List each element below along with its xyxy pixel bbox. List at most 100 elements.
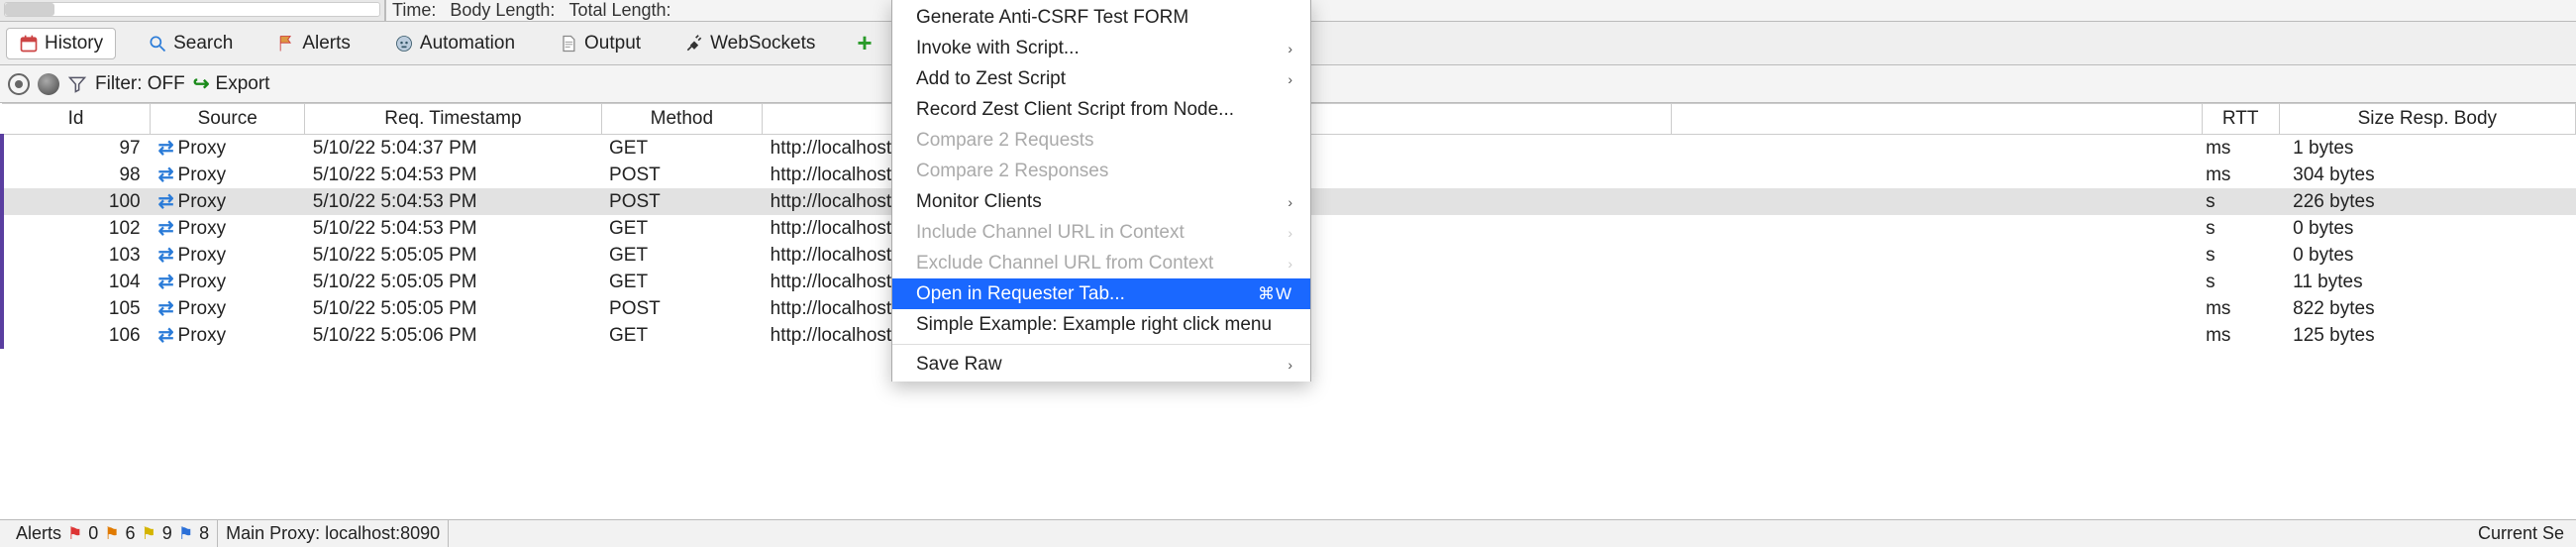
flag-info-icon: ⚑ — [178, 524, 193, 544]
menu-item-label: Add to Zest Script — [916, 68, 1066, 90]
cell-method: POST — [601, 295, 763, 322]
proxy-arrows-icon: ⇄ — [158, 271, 174, 293]
add-tab-button[interactable]: + — [847, 28, 881, 58]
export-label[interactable]: Export — [216, 73, 270, 95]
total-length-label: Total Length: — [568, 0, 670, 21]
chevron-right-icon: › — [1288, 194, 1292, 210]
menu-item[interactable]: Save Raw › — [892, 349, 1310, 380]
cell-method: GET — [601, 269, 763, 295]
menu-item: Compare 2 Requests — [892, 125, 1310, 156]
proxy-arrows-icon: ⇄ — [158, 164, 174, 186]
proxy-arrows-icon: ⇄ — [158, 137, 174, 160]
cell-size: 125 bytes — [2279, 322, 2575, 349]
export-icon[interactable]: ↪ — [193, 71, 210, 96]
menu-item[interactable]: Simple Example: Example right click menu — [892, 309, 1310, 340]
cell-source: ⇄Proxy — [151, 269, 305, 295]
menu-item-label: Save Raw — [916, 354, 1002, 376]
cell-rtt: s — [2202, 215, 2279, 242]
cell-rtt: s — [2202, 242, 2279, 269]
cell-size: 0 bytes — [2279, 215, 2575, 242]
tab-label: History — [45, 33, 103, 55]
menu-item-label: Invoke with Script... — [916, 38, 1080, 59]
cell-rtt: ms — [2202, 322, 2279, 349]
menu-item-label: Compare 2 Requests — [916, 130, 1094, 152]
alerts-label: Alerts — [16, 523, 61, 544]
menu-item[interactable]: Invoke with Script... › — [892, 33, 1310, 63]
cell-size: 1 bytes — [2279, 135, 2575, 163]
cell-source: ⇄Proxy — [151, 135, 305, 163]
tab-label: Search — [173, 33, 233, 55]
cell-gap — [1671, 269, 2202, 295]
cell-rtt: s — [2202, 188, 2279, 215]
tab-label: Output — [584, 33, 641, 55]
col-rtt[interactable]: RTT — [2202, 104, 2279, 135]
menu-item-label: Monitor Clients — [916, 191, 1042, 213]
funnel-icon[interactable] — [67, 73, 87, 95]
tab-history[interactable]: History — [6, 28, 116, 59]
menu-item[interactable]: Generate Anti-CSRF Test FORM — [892, 2, 1310, 33]
menu-shortcut: ⌘W — [1258, 284, 1292, 304]
cell-rtt: ms — [2202, 135, 2279, 163]
cell-size: 226 bytes — [2279, 188, 2575, 215]
cell-source: ⇄Proxy — [151, 242, 305, 269]
proxy-arrows-icon: ⇄ — [158, 190, 174, 213]
chevron-right-icon: › — [1288, 357, 1292, 373]
target-icon[interactable] — [8, 73, 30, 95]
cell-id: 103 — [2, 242, 151, 269]
col-ts[interactable]: Req. Timestamp — [305, 104, 601, 135]
tab-automation[interactable]: Automation — [382, 29, 527, 58]
cell-gap — [1671, 135, 2202, 163]
main-proxy-label[interactable]: Main Proxy: localhost:8090 — [218, 520, 449, 547]
cell-source: ⇄Proxy — [151, 162, 305, 188]
proxy-arrows-icon: ⇄ — [158, 297, 174, 320]
tab-alerts[interactable]: Alerts — [264, 29, 362, 58]
menu-item: Compare 2 Responses — [892, 156, 1310, 186]
cell-id: 105 — [2, 295, 151, 322]
col-source[interactable]: Source — [151, 104, 305, 135]
left-pane-scrollbar[interactable] — [0, 0, 386, 21]
menu-item[interactable]: Monitor Clients › — [892, 186, 1310, 217]
tab-search[interactable]: Search — [136, 29, 245, 58]
cell-method: POST — [601, 188, 763, 215]
cell-source: ⇄Proxy — [151, 295, 305, 322]
alert-count-info: 8 — [199, 523, 209, 544]
chevron-right-icon: › — [1288, 41, 1292, 56]
cell-id: 106 — [2, 322, 151, 349]
tab-output[interactable]: Output — [547, 29, 653, 58]
flag-high-icon: ⚑ — [67, 524, 82, 544]
cell-id: 97 — [2, 135, 151, 163]
alerts-summary[interactable]: Alerts ⚑0 ⚑6 ⚑9 ⚑8 — [8, 520, 218, 547]
col-method[interactable]: Method — [601, 104, 763, 135]
document-icon — [559, 34, 578, 54]
cell-rtt: ms — [2202, 162, 2279, 188]
cell-source: ⇄Proxy — [151, 215, 305, 242]
context-menu: Generate Anti-CSRF Test FORMInvoke with … — [891, 0, 1311, 382]
col-size[interactable]: Size Resp. Body — [2279, 104, 2575, 135]
status-right-text: Current Se — [2478, 523, 2568, 544]
chevron-right-icon: › — [1288, 225, 1292, 241]
cell-size: 0 bytes — [2279, 242, 2575, 269]
filter-label[interactable]: Filter: OFF — [95, 73, 185, 95]
cell-source: ⇄Proxy — [151, 322, 305, 349]
cell-gap — [1671, 162, 2202, 188]
tab-label: Alerts — [302, 33, 351, 55]
calendar-icon — [19, 34, 39, 54]
menu-item[interactable]: Record Zest Client Script from Node... — [892, 94, 1310, 125]
proxy-arrows-icon: ⇄ — [158, 244, 174, 267]
globe-icon[interactable] — [38, 73, 59, 95]
plus-icon: + — [857, 28, 872, 57]
tab-websockets[interactable]: WebSockets — [672, 29, 827, 58]
tab-label: WebSockets — [710, 33, 815, 55]
cell-timestamp: 5/10/22 5:05:05 PM — [305, 295, 601, 322]
menu-item[interactable]: Open in Requester Tab...⌘W — [892, 278, 1310, 309]
col-id[interactable]: Id — [2, 104, 151, 135]
request-meta-labels: Time: Body Length: Total Length: — [386, 0, 675, 21]
menu-item[interactable]: Add to Zest Script› — [892, 63, 1310, 94]
time-label: Time: — [392, 0, 436, 21]
cell-id: 98 — [2, 162, 151, 188]
cell-gap — [1671, 188, 2202, 215]
menu-item-label: Exclude Channel URL from Context — [916, 253, 1213, 274]
search-icon — [148, 34, 167, 54]
robot-icon — [394, 34, 414, 54]
menu-item-label: Compare 2 Responses — [916, 161, 1108, 182]
